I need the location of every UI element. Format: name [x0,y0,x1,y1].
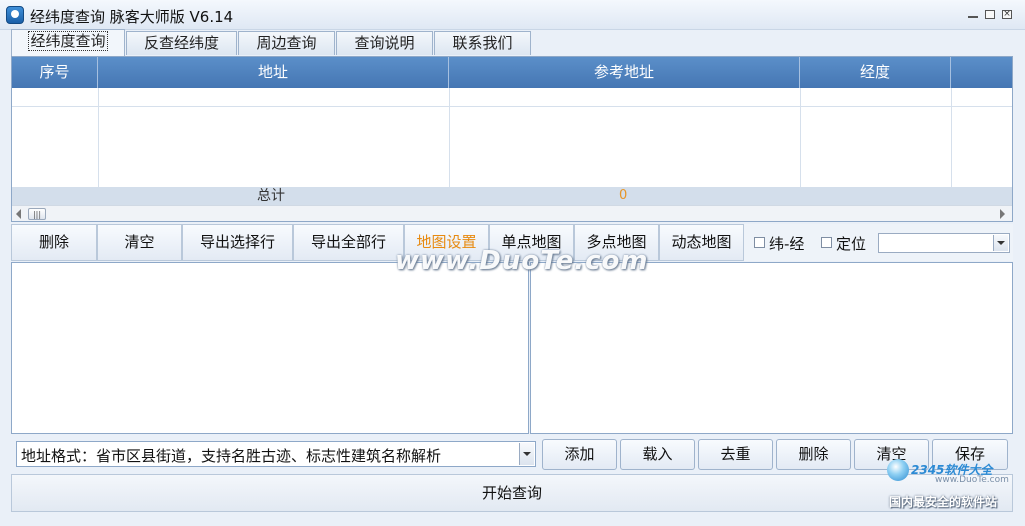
logo-globe-icon [887,459,909,481]
horizontal-scrollbar[interactable]: ||| [12,205,1012,221]
total-row [12,187,1012,205]
delete-list-button[interactable]: 删除 [776,439,851,470]
tab-query-help[interactable]: 查询说明 [336,31,433,55]
start-query-button[interactable]: 开始查询 [11,474,1013,512]
window-title: 经纬度查询 脉客大师版 V6.14 [30,8,234,26]
grid-row-divider [12,106,1012,107]
lat-lng-checkbox[interactable] [754,237,765,248]
scroll-thumb[interactable]: ||| [28,208,46,220]
results-grid[interactable]: 序号 地址 参考地址 经度 总计 0 ||| [11,56,1013,222]
column-header-reference-address[interactable]: 参考地址 [449,57,800,88]
toolbar-dropdown[interactable] [878,233,1010,253]
chevron-down-icon[interactable] [993,235,1008,251]
export-selected-button[interactable]: 导出选择行 [182,224,293,261]
scroll-right-icon[interactable] [1000,209,1005,219]
dedupe-button[interactable]: 去重 [698,439,773,470]
tab-label: 经纬度查询 [28,31,108,51]
column-header-address[interactable]: 地址 [98,57,449,88]
title-bar: 经纬度查询 脉客大师版 V6.14 × [0,0,1025,30]
address-format-value: 地址格式：省市区县街道，支持名胜古迹、标志性建筑名称解析 [21,447,442,465]
logo-url: www.DuoTe.com [935,475,1009,485]
delete-button[interactable]: 删除 [11,224,97,261]
close-icon[interactable]: × [1002,10,1012,19]
total-value: 0 [619,188,628,203]
result-output-panel[interactable] [530,262,1013,434]
column-header-more[interactable] [951,57,1012,88]
load-button[interactable]: 载入 [620,439,695,470]
maximize-icon[interactable] [985,10,995,19]
column-header-index[interactable]: 序号 [12,57,98,88]
tab-latlng-query[interactable]: 经纬度查询 [11,29,125,56]
lat-lng-label: 纬-经 [769,235,805,253]
export-all-button[interactable]: 导出全部行 [293,224,404,261]
address-format-select[interactable]: 地址格式：省市区县街道，支持名胜古迹、标志性建筑名称解析 [16,441,536,467]
app-icon [6,6,24,24]
total-label: 总计 [257,188,285,204]
tab-contact-us[interactable]: 联系我们 [434,31,531,55]
dynamic-map-button[interactable]: 动态地图 [659,224,744,261]
add-button[interactable]: 添加 [542,439,617,470]
watermark-text: www.DuoTe.com [395,246,649,276]
minimize-icon[interactable] [968,10,978,18]
tab-reverse-geocode[interactable]: 反查经纬度 [126,31,237,55]
column-header-longitude[interactable]: 经度 [800,57,951,88]
address-input-panel[interactable] [11,262,529,434]
clear-button[interactable]: 清空 [97,224,182,261]
logo-slogan: 国内最安全的软件站 [889,495,998,509]
chevron-down-icon[interactable] [519,443,534,465]
locate-label: 定位 [836,235,867,253]
tab-nearby-search[interactable]: 周边查询 [238,31,335,55]
scroll-left-icon[interactable] [16,209,21,219]
corner-logo: 2345软件大全 www.DuoTe.com 国内最安全的软件站 [885,455,1025,515]
locate-checkbox[interactable] [821,237,832,248]
